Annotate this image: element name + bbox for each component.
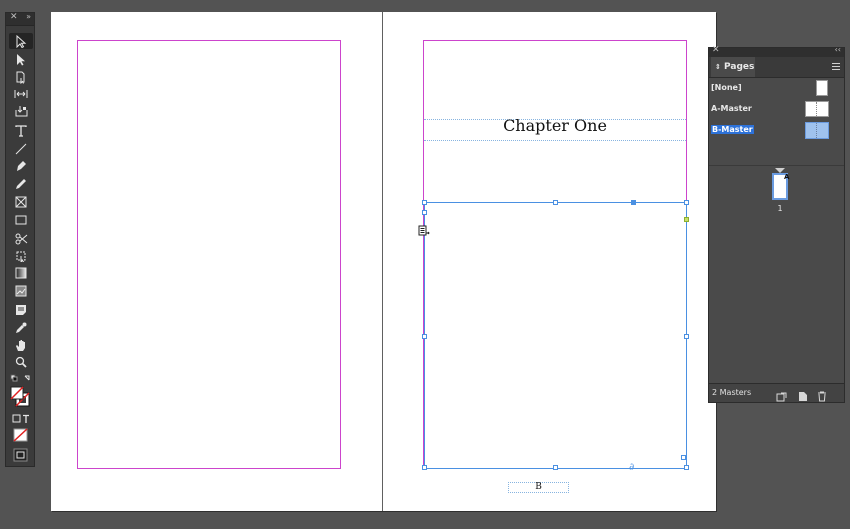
master-thumbnail[interactable] <box>816 80 828 96</box>
rectangle-frame-tool-icon[interactable] <box>9 194 33 210</box>
default-fill-stroke-icon[interactable] <box>9 371 33 387</box>
selection-tool-icon[interactable] <box>9 33 33 49</box>
eyedropper-tool-icon[interactable] <box>9 320 33 336</box>
frame-handle-top-left[interactable] <box>422 200 427 205</box>
frame-handle-middle-right[interactable] <box>684 334 689 339</box>
master-row-b[interactable]: B-Master <box>709 122 844 142</box>
rectangle-tool-icon[interactable] <box>9 212 33 228</box>
edit-page-size-icon[interactable] <box>776 387 788 406</box>
master-label: A-Master <box>711 104 752 113</box>
primary-text-frame[interactable] <box>422 200 689 470</box>
new-page-icon[interactable] <box>798 387 808 406</box>
corner-options-handle[interactable] <box>684 217 689 222</box>
frame-handle-top-middle[interactable] <box>553 200 558 205</box>
gap-tool-icon[interactable] <box>9 86 33 102</box>
close-icon[interactable]: ✕ <box>712 45 720 55</box>
master-label: [None] <box>711 83 742 92</box>
tools-panel: ✕ » <box>5 12 35 467</box>
frame-handle-middle-left[interactable] <box>422 334 427 339</box>
page-thumb-prefix: A <box>784 173 790 181</box>
master-label: B-Master <box>711 125 754 134</box>
path-type-indicator-icon: ∂ <box>629 462 635 473</box>
page-marker: B <box>535 482 542 492</box>
gradient-feather-tool-icon[interactable] <box>9 283 33 299</box>
out-port-bottom-handle[interactable] <box>681 455 686 460</box>
out-port-handle[interactable] <box>631 200 636 205</box>
frame-handle-bottom-left[interactable] <box>422 465 427 470</box>
tab-pages[interactable]: ⇕ Pages <box>711 57 755 77</box>
frame-handle-bottom-middle[interactable] <box>553 465 558 470</box>
frame-handle-bottom-right[interactable] <box>684 465 689 470</box>
document-spread[interactable]: Chapter One ∂ B <box>51 12 716 511</box>
pages-panel-footer: 2 Masters <box>709 383 844 402</box>
content-collector-tool-icon[interactable] <box>9 103 33 119</box>
left-page-margin-guide <box>77 40 341 469</box>
panel-divider <box>709 165 844 166</box>
page-number-label: 1 <box>777 204 783 213</box>
master-count-label: 2 Masters <box>712 388 752 397</box>
master-row-a[interactable]: A-Master <box>709 101 844 121</box>
note-tool-icon[interactable] <box>9 302 33 318</box>
gradient-swatch-tool-icon[interactable] <box>9 265 33 281</box>
line-tool-icon[interactable] <box>9 141 33 157</box>
panel-menu-icon[interactable] <box>832 63 840 72</box>
chapter-title[interactable]: Chapter One <box>424 116 686 135</box>
pages-panel-titlebar: ✕ ‹‹ <box>709 45 844 57</box>
in-port-handle[interactable] <box>422 210 427 215</box>
master-row-none[interactable]: [None] <box>709 80 844 100</box>
hand-tool-icon[interactable] <box>9 337 33 353</box>
frame-handle-top-right[interactable] <box>684 200 689 205</box>
tab-pages-label: Pages <box>724 62 755 72</box>
tab-arrows-icon: ⇕ <box>715 63 721 71</box>
direct-selection-tool-icon[interactable] <box>9 51 33 67</box>
master-thumbnail[interactable] <box>805 122 829 139</box>
apply-none-icon[interactable] <box>9 427 33 443</box>
close-icon[interactable]: ✕ <box>10 12 18 22</box>
collapse-icon[interactable]: ‹‹ <box>835 45 841 54</box>
pages-panel: ✕ ‹‹ ⇕ Pages [None] A-Master B-Master A … <box>708 45 845 403</box>
spread-spine <box>382 12 383 511</box>
screen-mode-icon[interactable] <box>9 447 33 463</box>
type-tool-icon[interactable] <box>9 123 33 139</box>
scissors-tool-icon[interactable] <box>9 231 33 247</box>
tools-panel-header: ✕ » <box>6 12 34 26</box>
delete-page-icon[interactable] <box>817 387 827 406</box>
loaded-text-cursor-icon <box>418 222 430 241</box>
pages-panel-tabbar: ⇕ Pages <box>709 57 844 78</box>
formatting-container-text-icon[interactable] <box>9 411 33 427</box>
zoom-tool-icon[interactable] <box>9 354 33 370</box>
master-thumbnail[interactable] <box>805 101 829 117</box>
collapse-icon[interactable]: » <box>26 12 31 21</box>
fill-stroke-swatch-icon[interactable] <box>9 386 33 408</box>
page-tool-icon[interactable] <box>9 69 33 85</box>
pencil-tool-icon[interactable] <box>9 176 33 192</box>
pen-tool-icon[interactable] <box>9 158 33 174</box>
free-transform-tool-icon[interactable] <box>9 248 33 264</box>
page-marker-frame[interactable]: B <box>508 482 569 493</box>
